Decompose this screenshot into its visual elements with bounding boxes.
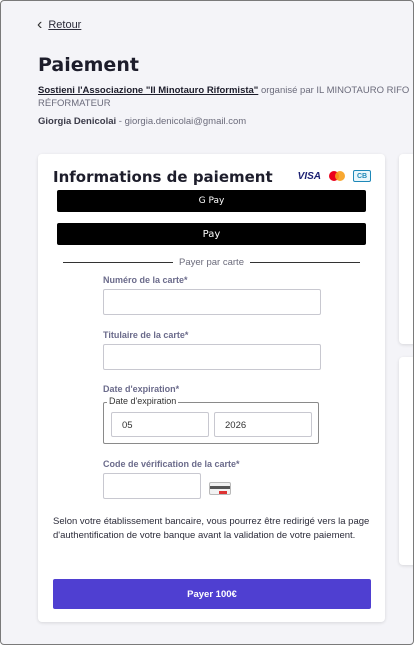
pay-submit-button[interactable]: Payer 100€ bbox=[53, 579, 371, 609]
apple-pay-button[interactable]: Pay bbox=[57, 223, 366, 245]
mastercard-icon bbox=[329, 171, 345, 181]
user-name: Giorgia Denicolai bbox=[38, 116, 117, 127]
campaign-link[interactable]: Sostieni l'Associazione "Il Minotauro Ri… bbox=[38, 85, 258, 96]
page-frame: ‹ Retour Paiement Sostieni l'Associazion… bbox=[0, 0, 414, 645]
card-brands: VISA CB bbox=[298, 170, 371, 182]
user-email: - giorgia.denicolai@gmail.com bbox=[116, 116, 247, 127]
expiry-legend: Date d'expiration bbox=[107, 396, 179, 406]
chevron-left-icon: ‹ bbox=[37, 16, 43, 33]
google-pay-button[interactable]: G Pay bbox=[57, 190, 366, 212]
cvv-card-icon bbox=[209, 482, 231, 495]
pay-by-card-divider: Payer par carte bbox=[63, 256, 361, 268]
back-link[interactable]: ‹ Retour bbox=[37, 16, 81, 33]
page-title: Paiement bbox=[38, 54, 139, 76]
expiry-month-select[interactable]: 05 bbox=[111, 412, 209, 437]
organizer-cont: RÉFORMATEUR bbox=[38, 98, 111, 109]
expiry-year-select[interactable]: 2026 bbox=[214, 412, 312, 437]
payment-title: Informations de paiement bbox=[53, 168, 273, 186]
side-panel-top bbox=[399, 154, 413, 344]
cvv-label: Code de vérification de la carte* bbox=[103, 459, 240, 469]
cb-icon: CB bbox=[353, 170, 371, 182]
divider-text: Payer par carte bbox=[179, 256, 244, 268]
card-number-input[interactable] bbox=[103, 289, 321, 315]
bank-redirect-info: Selon votre établissement bancaire, vous… bbox=[53, 516, 370, 541]
expiry-label: Date d'expiration* bbox=[103, 384, 180, 394]
campaign-info: Sostieni l'Associazione "Il Minotauro Ri… bbox=[38, 85, 413, 97]
organizer-text: organisé par IL MINOTAURO RIFO bbox=[260, 85, 410, 96]
card-holder-input[interactable] bbox=[103, 344, 321, 370]
payment-card: Informations de paiement VISA CB G Pay P… bbox=[38, 154, 385, 622]
back-label[interactable]: Retour bbox=[48, 19, 81, 31]
visa-icon: VISA bbox=[297, 170, 321, 182]
card-number-label: Numéro de la carte* bbox=[103, 275, 188, 285]
card-holder-label: Titulaire de la carte* bbox=[103, 330, 189, 340]
side-panel-bottom bbox=[399, 357, 413, 565]
cvv-input[interactable] bbox=[103, 473, 201, 499]
user-info: Giorgia Denicolai - giorgia.denicolai@gm… bbox=[38, 116, 246, 127]
